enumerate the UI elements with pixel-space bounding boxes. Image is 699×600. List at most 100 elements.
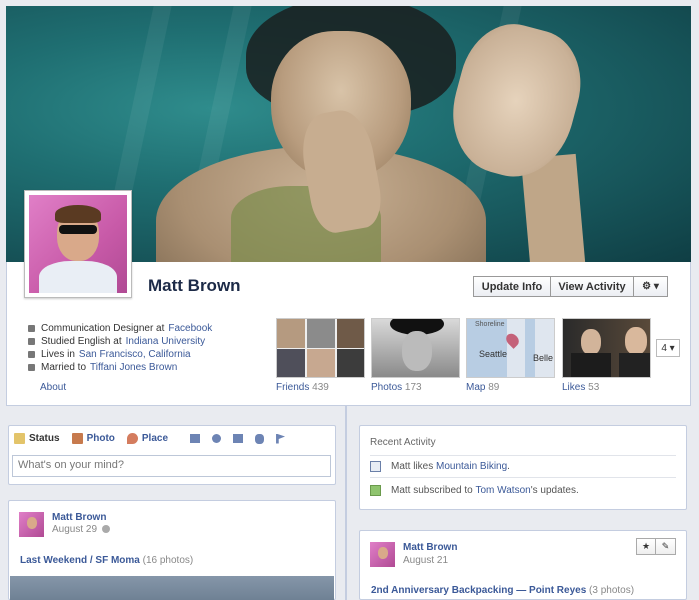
post-album-link[interactable]: 2nd Anniversary Backpacking — Point Reye… — [371, 585, 586, 596]
briefcase-icon — [28, 325, 35, 332]
about-summary: Communication Designer at Facebook Studi… — [28, 322, 268, 374]
post-author[interactable]: Matt Brown — [52, 512, 106, 523]
photos-count: 173 — [404, 382, 422, 393]
friends-caption[interactable]: Friends 439 — [276, 382, 329, 393]
status-input[interactable]: What's on your mind? — [12, 455, 331, 477]
tab-place[interactable]: Place — [126, 433, 169, 444]
post-title: 2nd Anniversary Backpacking — Point Reye… — [371, 585, 634, 596]
hand-icon[interactable] — [255, 433, 265, 444]
likes-face — [581, 329, 601, 355]
tab-place-label: Place — [141, 433, 169, 444]
tab-status[interactable]: Status — [14, 433, 60, 444]
map-lake — [525, 319, 535, 377]
about-item-relationship: Married to Tiffani Jones Brown — [28, 361, 268, 374]
heart-icon[interactable] — [212, 434, 222, 443]
friends-label[interactable]: Friends — [276, 382, 309, 393]
friend-thumb — [307, 349, 335, 377]
friend-thumb — [277, 319, 305, 348]
composer-tabs: Status Photo Place — [14, 433, 286, 444]
friends-audience-icon[interactable] — [102, 525, 110, 533]
profile-name[interactable]: Matt Brown — [148, 276, 241, 296]
about-item-education: Studied English at Indiana University — [28, 335, 268, 348]
graduation-cap-icon — [28, 338, 35, 345]
about-link[interactable]: About — [40, 382, 66, 393]
friend-thumb — [277, 349, 305, 377]
edit-pencil-button[interactable]: ✎ — [656, 538, 676, 555]
about-item-location: Lives in San Francisco, California — [28, 348, 268, 361]
tab-photo-label: Photo — [86, 433, 115, 444]
about-link-school[interactable]: Indiana University — [126, 336, 205, 347]
update-info-button[interactable]: Update Info — [473, 276, 551, 297]
likes-suit — [571, 353, 611, 377]
about-link-employer[interactable]: Facebook — [168, 323, 212, 334]
profile-picture[interactable] — [24, 190, 132, 298]
about-item-work: Communication Designer at Facebook — [28, 322, 268, 335]
about-link-city[interactable]: San Francisco, California — [79, 349, 191, 360]
likes-tile[interactable] — [562, 318, 651, 378]
post-photo[interactable] — [10, 576, 334, 600]
activity-link[interactable]: Tom Watson — [476, 485, 531, 496]
likes-caption[interactable]: Likes 53 — [562, 382, 599, 393]
likes-count: 53 — [588, 382, 600, 393]
activity-text: 's updates. — [530, 485, 579, 496]
status-icon — [14, 433, 25, 444]
activity-text: . — [507, 461, 510, 472]
house-icon — [28, 351, 35, 358]
profile-photo — [29, 195, 127, 293]
avatar[interactable] — [19, 512, 44, 537]
house-icon[interactable] — [233, 434, 244, 443]
post-album-link[interactable]: Last Weekend / SF Moma — [20, 555, 140, 566]
friends-tile[interactable] — [276, 318, 365, 378]
tab-photo[interactable]: Photo — [71, 433, 115, 444]
photos-label[interactable]: Photos — [371, 382, 402, 393]
about-text: Communication Designer at — [41, 323, 165, 334]
post-author[interactable]: Matt Brown — [403, 542, 457, 553]
about-link-spouse[interactable]: Tiffani Jones Brown — [90, 362, 177, 373]
activity-row: Matt likes Mountain Biking. — [370, 461, 510, 472]
photos-caption[interactable]: Photos 173 — [371, 382, 422, 393]
post-title: Last Weekend / SF Moma (16 photos) — [20, 555, 193, 566]
map-place-label: Shoreline — [475, 321, 505, 328]
divider — [370, 477, 676, 478]
about-text: Studied English at — [41, 336, 122, 347]
avatar[interactable] — [370, 542, 395, 567]
photo-icon — [71, 433, 83, 444]
subscribe-icon — [370, 485, 381, 496]
post-date[interactable]: August 29 — [52, 524, 97, 535]
activity-row: Matt subscribed to Tom Watson's updates. — [370, 485, 579, 496]
photos-tile[interactable] — [371, 318, 460, 378]
flag-icon[interactable] — [276, 433, 286, 444]
activity-text: Matt subscribed to — [391, 485, 473, 496]
feature-star-button[interactable]: ★ — [636, 538, 656, 555]
pin-icon — [126, 433, 138, 444]
photo-face — [402, 331, 432, 371]
map-place-label: Belle — [533, 353, 554, 363]
friend-thumb — [337, 349, 364, 377]
about-text: Lives in — [41, 349, 75, 360]
more-sections-button[interactable]: 4 ▾ — [656, 339, 680, 357]
about-text: Married to — [41, 362, 87, 373]
timeline-spine — [345, 406, 347, 600]
post-date[interactable]: August 21 — [403, 555, 448, 566]
profile-photo-shirt — [39, 261, 117, 293]
map-place-label: Seattle — [479, 349, 508, 359]
heart-icon — [28, 364, 35, 371]
profile-photo-hair — [55, 205, 101, 223]
activity-link[interactable]: Mountain Biking — [436, 461, 507, 472]
likes-label[interactable]: Likes — [562, 382, 585, 393]
post-photo-count: (16 photos) — [142, 555, 194, 566]
map-tile[interactable]: Shoreline Seattle Belle — [466, 318, 555, 378]
friend-thumb — [307, 319, 335, 348]
like-icon — [370, 461, 381, 472]
profile-photo-sunglasses — [59, 225, 97, 234]
view-activity-button[interactable]: View Activity — [551, 276, 634, 297]
settings-dropdown-button[interactable]: ⚙ ▾ — [634, 276, 668, 297]
map-label[interactable]: Map — [466, 382, 485, 393]
building-icon[interactable] — [190, 434, 201, 443]
map-count: 89 — [488, 382, 500, 393]
recent-activity-title: Recent Activity — [370, 437, 436, 448]
activity-text: Matt likes — [391, 461, 434, 472]
friends-count: 439 — [312, 382, 329, 393]
tab-status-label: Status — [29, 433, 60, 444]
map-caption[interactable]: Map 89 — [466, 382, 499, 393]
